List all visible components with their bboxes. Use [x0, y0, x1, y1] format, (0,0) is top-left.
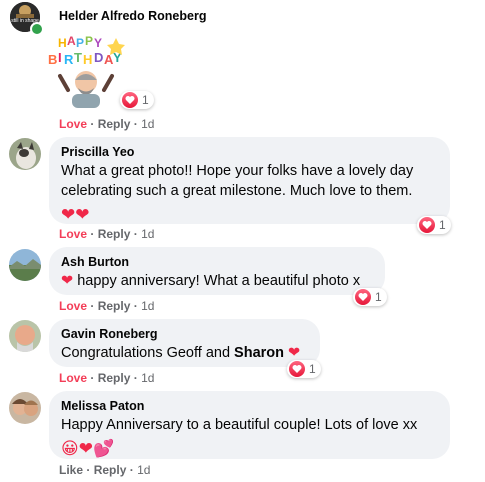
online-status-indicator — [30, 22, 44, 36]
reply-button[interactable]: Reply — [98, 299, 131, 313]
timestamp[interactable]: 1d — [141, 299, 154, 313]
avatar[interactable] — [9, 320, 41, 352]
love-reaction-icon — [289, 361, 305, 377]
comment-actions: Like · Reply · 1d — [59, 463, 150, 477]
avatar[interactable] — [9, 138, 41, 170]
comment-text-body: happy anniversary! What a beautiful phot… — [77, 273, 361, 289]
reaction-count[interactable]: 1 — [417, 216, 451, 234]
svg-text:A: A — [67, 34, 76, 48]
avatar[interactable] — [9, 249, 41, 281]
reply-button[interactable]: Reply — [98, 117, 131, 131]
comment-actions: Love · Reply · 1d — [59, 227, 154, 241]
avatar-image — [9, 320, 41, 352]
like-button[interactable]: Like — [59, 463, 83, 477]
love-button[interactable]: Love — [59, 117, 87, 131]
reaction-count[interactable]: 1 — [120, 91, 154, 109]
avatar-image — [9, 392, 41, 424]
svg-text:H: H — [83, 52, 92, 67]
comment-text-body: Congratulations Geoff and — [61, 345, 235, 361]
separator: · — [90, 299, 95, 313]
comment-bubble: Ash Burton ❤ happy anniversary! What a b… — [49, 247, 385, 295]
reply-button[interactable]: Reply — [98, 371, 131, 385]
comment-bubble: Melissa Paton Happy Anniversary to a bea… — [49, 391, 450, 459]
reply-button[interactable]: Reply — [98, 227, 131, 241]
love-button[interactable]: Love — [59, 227, 87, 241]
love-button[interactable]: Love — [59, 299, 87, 313]
svg-text:P: P — [85, 34, 93, 48]
comment-bubble: Priscilla Yeo What a great photo!! Hope … — [49, 137, 450, 224]
love-reaction-icon — [419, 217, 435, 233]
comment-author[interactable]: Helder Alfredo Roneberg — [59, 9, 206, 23]
reaction-number: 1 — [142, 93, 149, 107]
separator: · — [90, 227, 95, 241]
svg-text:H: H — [58, 36, 67, 50]
heart-emojis: ❤❤ — [61, 205, 90, 224]
comment-author[interactable]: Gavin Roneberg — [61, 327, 308, 341]
comment-bubble: Gavin Roneberg Congratulations Geoff and… — [49, 319, 320, 367]
comment-actions: Love · Reply · 1d — [59, 117, 154, 131]
comment-text-line: What a great photo!! Hope your folks hav… — [61, 163, 414, 179]
reaction-number: 1 — [375, 290, 382, 304]
separator: · — [90, 371, 95, 385]
emoji-row: 😀❤💕 — [61, 439, 115, 458]
comment-text: Happy Anniversary to a beautiful couple!… — [61, 417, 418, 433]
comment-text: Congratulations Geoff and Sharon ❤ — [61, 343, 308, 363]
timestamp[interactable]: 1d — [141, 227, 154, 241]
avatar[interactable] — [9, 392, 41, 424]
svg-text:P: P — [76, 36, 84, 50]
tagged-person[interactable]: Sharon — [234, 345, 284, 361]
happy-birthday-sticker: H A P P Y B I R T H D A Y — [48, 34, 125, 108]
separator: · — [133, 371, 138, 385]
separator: · — [133, 227, 138, 241]
avatar-image — [9, 138, 41, 170]
comment-author[interactable]: Melissa Paton — [61, 399, 438, 413]
separator: · — [129, 463, 134, 477]
separator: · — [86, 463, 91, 477]
avatar-image — [9, 249, 41, 281]
reaction-count[interactable]: 1 — [287, 360, 321, 378]
separator: · — [90, 117, 95, 131]
svg-text:D: D — [94, 50, 103, 65]
comment-author[interactable]: Priscilla Yeo — [61, 145, 438, 159]
svg-text:T: T — [74, 50, 82, 65]
separator: · — [133, 117, 138, 131]
timestamp[interactable]: 1d — [137, 463, 150, 477]
svg-text:B: B — [48, 52, 57, 67]
comment-actions: Love · Reply · 1d — [59, 371, 154, 385]
svg-text:I: I — [58, 50, 62, 65]
comment-author[interactable]: Ash Burton — [61, 255, 373, 269]
svg-text:Y: Y — [94, 36, 102, 50]
reaction-number: 1 — [309, 362, 316, 376]
comment-text-line: celebrating such a great milestone. Much… — [61, 183, 413, 199]
love-button[interactable]: Love — [59, 371, 87, 385]
love-reaction-icon — [122, 92, 138, 108]
reaction-number: 1 — [439, 218, 446, 232]
reaction-count[interactable]: 1 — [353, 288, 387, 306]
timestamp[interactable]: 1d — [141, 117, 154, 131]
separator: · — [133, 299, 138, 313]
love-reaction-icon — [355, 289, 371, 305]
comment-text: ❤ happy anniversary! What a beautiful ph… — [61, 271, 373, 291]
heart-emoji: ❤ — [288, 345, 301, 361]
comment-actions: Love · Reply · 1d — [59, 299, 154, 313]
svg-text:R: R — [64, 52, 74, 67]
reply-button[interactable]: Reply — [94, 463, 127, 477]
heart-emoji: ❤ — [61, 273, 74, 289]
timestamp[interactable]: 1d — [141, 371, 154, 385]
